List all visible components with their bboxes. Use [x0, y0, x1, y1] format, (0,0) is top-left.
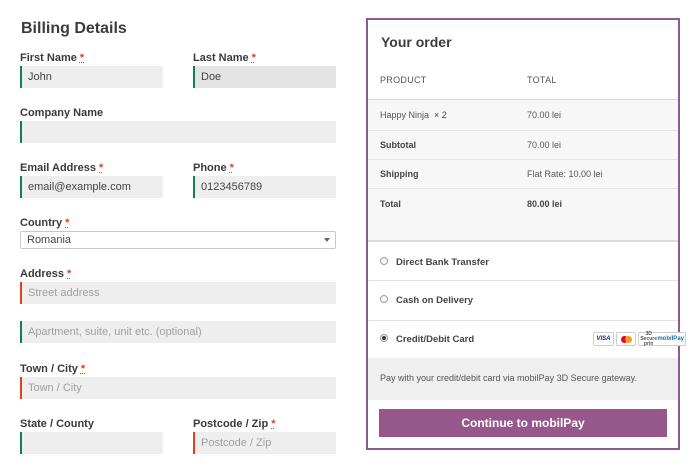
- divider: [368, 240, 678, 242]
- email-input[interactable]: [20, 176, 163, 198]
- payment-option-label: Credit/Debit Card: [396, 334, 475, 345]
- country-select[interactable]: Romania: [20, 231, 336, 249]
- billing-title: Billing Details: [21, 20, 127, 37]
- subtotal-value: 70.00 lei: [527, 140, 562, 150]
- state-label: State / County: [20, 418, 94, 430]
- billing-form: Billing Details First Name* Last Name* C…: [20, 0, 336, 470]
- product-column-header: PRODUCT: [380, 75, 427, 85]
- subtotal-label: Subtotal: [380, 140, 416, 150]
- item-total: 70.00 lei: [527, 110, 562, 120]
- mobilpay-logo: 3D Secure prin mobilPay: [638, 331, 686, 346]
- company-input[interactable]: [20, 121, 336, 143]
- radio-button[interactable]: [380, 295, 388, 304]
- company-label: Company Name: [20, 107, 104, 119]
- order-title: Your order: [381, 34, 452, 50]
- postcode-label: Postcode / Zip *: [193, 418, 276, 430]
- state-input[interactable]: [20, 432, 163, 454]
- mastercard-logo: [616, 332, 636, 346]
- country-label: Country *: [20, 217, 70, 229]
- card-logos: VISA 3D Secure prin mobilPay: [593, 331, 686, 346]
- phone-label: Phone *: [193, 162, 234, 174]
- city-input[interactable]: [20, 377, 336, 399]
- item-quantity: × 2: [434, 110, 447, 120]
- email-label: Email Address *: [20, 162, 104, 174]
- address-line2-input[interactable]: [20, 321, 336, 343]
- divider: [368, 130, 678, 131]
- first-name-label: First Name *: [20, 52, 85, 64]
- payment-option-label: Cash on Delivery: [396, 295, 474, 306]
- payment-option-card[interactable]: Credit/Debit Card: [380, 334, 474, 345]
- divider: [368, 188, 678, 189]
- item-name: Happy Ninja: [380, 110, 430, 120]
- street-address-input[interactable]: [20, 282, 336, 304]
- payment-description-box: Pay with your credit/debit card via mobi…: [368, 358, 678, 400]
- divider: [368, 159, 678, 160]
- radio-button-selected[interactable]: [380, 334, 388, 343]
- payment-option-bank-transfer[interactable]: Direct Bank Transfer: [380, 257, 489, 268]
- chevron-down-icon: [324, 238, 330, 242]
- visa-logo: VISA: [593, 332, 614, 346]
- divider: [368, 320, 678, 321]
- total-column-header: TOTAL: [527, 75, 557, 85]
- shipping-value: Flat Rate: 10.00 lei: [527, 169, 603, 179]
- total-value: 80.00 lei: [527, 199, 563, 209]
- city-label: Town / City *: [20, 363, 86, 375]
- postcode-input[interactable]: [193, 432, 336, 454]
- total-label: Total: [380, 199, 401, 209]
- payment-option-label: Direct Bank Transfer: [396, 257, 489, 268]
- continue-to-mobilpay-button[interactable]: Continue to mobilPay: [379, 409, 667, 437]
- last-name-input[interactable]: [193, 66, 336, 88]
- last-name-label: Last Name *: [193, 52, 256, 64]
- shipping-label: Shipping: [380, 169, 419, 179]
- payment-description: Pay with your credit/debit card via mobi…: [380, 373, 637, 383]
- radio-button[interactable]: [380, 257, 388, 266]
- order-panel: Your order PRODUCT TOTAL Happy Ninja × 2…: [366, 18, 686, 450]
- order-table-header: PRODUCT TOTAL: [368, 75, 678, 89]
- country-value: Romania: [27, 234, 72, 246]
- payment-option-cash-on-delivery[interactable]: Cash on Delivery: [380, 295, 473, 306]
- address-label: Address *: [20, 268, 72, 280]
- phone-input[interactable]: [193, 176, 336, 198]
- first-name-input[interactable]: [20, 66, 163, 88]
- divider: [368, 280, 678, 281]
